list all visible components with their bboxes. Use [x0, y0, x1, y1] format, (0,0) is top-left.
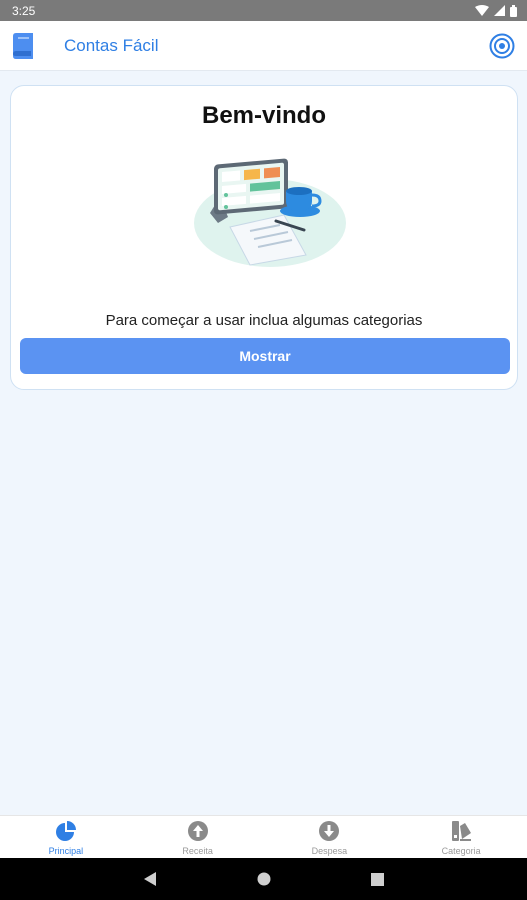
nav-label-receita: Receita — [182, 846, 213, 856]
nav-label-categoria: Categoria — [441, 846, 481, 856]
target-button[interactable] — [487, 31, 517, 61]
home-icon[interactable] — [256, 871, 272, 887]
welcome-message: Para começar a usar inclua algumas categ… — [105, 312, 423, 329]
recents-icon[interactable] — [370, 871, 386, 887]
app-logo-icon — [10, 31, 36, 61]
back-icon[interactable] — [142, 871, 158, 887]
category-swatch-icon — [450, 820, 472, 842]
app-title: Contas Fácil — [64, 35, 159, 55]
nav-item-despesa[interactable]: Despesa — [264, 816, 396, 858]
nav-item-receita[interactable]: Receita — [132, 816, 264, 858]
status-time: 3:25 — [12, 3, 36, 18]
nav-item-principal[interactable]: Principal — [0, 816, 132, 858]
pie-chart-icon — [55, 820, 77, 842]
system-nav-bar — [0, 858, 527, 900]
arrow-down-circle-icon — [318, 820, 340, 842]
battery-icon — [510, 4, 517, 17]
main-content: Bem-vindo Para começar a usar inclua alg… — [0, 72, 527, 815]
status-icons — [475, 4, 517, 17]
bottom-nav: Principal Receita Despesa Categoria — [0, 815, 527, 858]
welcome-title: Bem-vindo — [201, 102, 326, 129]
nav-label-principal: Principal — [48, 846, 84, 856]
signal-icon — [494, 5, 505, 16]
arrow-up-circle-icon — [187, 820, 209, 842]
app-bar: Contas Fácil — [0, 21, 527, 71]
nav-item-categoria[interactable]: Categoria — [395, 816, 527, 858]
welcome-card: Bem-vindo Para começar a usar inclua alg… — [10, 85, 518, 390]
nav-label-despesa: Despesa — [311, 846, 348, 856]
status-bar: 3:25 — [0, 0, 527, 21]
tablet-coffee-illustration — [188, 151, 348, 271]
show-button[interactable]: Mostrar — [20, 338, 510, 374]
wifi-icon — [475, 4, 489, 16]
target-icon — [489, 33, 515, 58]
